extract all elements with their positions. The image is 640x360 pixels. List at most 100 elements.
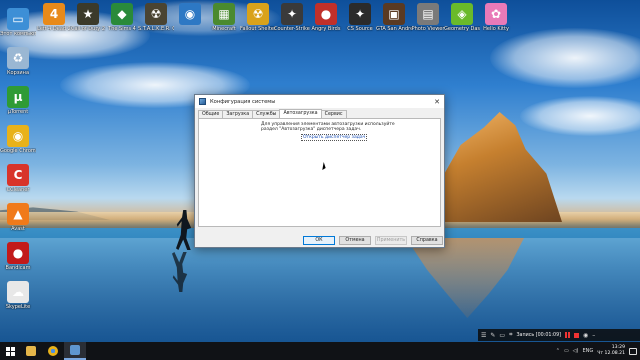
taskbar-chrome[interactable] — [42, 342, 64, 360]
tab-services[interactable]: Службы — [252, 110, 281, 118]
cloud — [490, 28, 640, 88]
desktop-icon[interactable]: 4 Left 4 Dead 2 — [36, 3, 72, 32]
avast-icon: ▲ — [7, 203, 29, 225]
desktop-icon-label: GTA San Andreas — [376, 26, 412, 32]
desktop-icon[interactable]: ▲ Avast — [0, 203, 36, 232]
startup-tab-panel: Для управления элементами автозагрузки и… — [198, 118, 441, 227]
notifications-icon[interactable] — [629, 347, 637, 355]
desktop-icon[interactable]: ✦Counter-Strike 1.6 — [274, 3, 310, 32]
desktop-icon[interactable]: ✦ CS Source — [342, 3, 378, 32]
open-task-manager-link[interactable]: Открыть диспетчер задач — [301, 134, 368, 141]
desktop-icon[interactable]: ☢ Fallout Shelter — [240, 3, 276, 32]
recorder-toolbar: ☰ ✎ ▭ ⌗ Запись [00:01:09] ◉ – — [478, 329, 640, 341]
desktop-icon-label: Корзина — [6, 70, 30, 76]
skype-icon: ☁ — [7, 281, 29, 303]
chrome-icon: ◉ — [7, 125, 29, 147]
system-config-window[interactable]: Конфигурация системы ✕ Общие Загрузка Сл… — [194, 94, 445, 248]
tab-boot[interactable]: Загрузка — [222, 110, 254, 118]
tab-strip: Общие Загрузка Службы Автозагрузка Серви… — [198, 109, 347, 118]
desktop-icon-label: Fallout Shelter — [240, 26, 276, 32]
desktop-icon[interactable]: ▦ Minecraft — [206, 3, 242, 32]
tray-chevron-icon[interactable]: ⌃ — [556, 348, 560, 354]
system-config-icon — [70, 345, 80, 355]
tab-general[interactable]: Общие — [198, 110, 224, 118]
desktop-icon-label: Angry Birds — [311, 26, 341, 32]
utorrent-icon: µ — [7, 86, 29, 108]
desktop-icon-label: Google Chrome — [0, 148, 36, 154]
clock[interactable]: 13:29 Чт 12.08.21 — [597, 345, 625, 357]
cancel-button[interactable]: Отмена — [339, 236, 371, 245]
desktop-icon[interactable]: µ µTorrent — [0, 86, 36, 115]
taskbar: ⌃ ▭ ◁) ENG 13:29 Чт 12.08.21 — [0, 342, 640, 360]
mouse-cursor-icon — [322, 162, 327, 170]
desktop-icon-label: Avast — [11, 226, 25, 232]
desktop-icon-label: Hello Kitty — [483, 26, 509, 32]
desktop-icon-label: SkypeLite — [5, 304, 31, 310]
camera-icon[interactable]: ◉ — [583, 332, 588, 339]
desktop-icon-label: Geometry Dash — [444, 26, 480, 32]
start-button[interactable] — [0, 342, 20, 360]
window-icon[interactable]: ▭ — [499, 332, 505, 339]
system-config-app-icon — [199, 98, 206, 105]
close-icon[interactable]: ✕ — [430, 95, 444, 108]
desktop-icon[interactable]: ◉ — [172, 3, 208, 26]
draw-icon[interactable]: ✎ — [490, 332, 495, 339]
desktop-icon[interactable]: ◆ The Sims 4 — [104, 3, 140, 32]
pause-icon[interactable] — [565, 332, 571, 338]
cloud — [520, 96, 640, 136]
crop-icon[interactable]: ⌗ — [509, 331, 512, 339]
language-indicator[interactable]: ENG — [582, 348, 593, 354]
minimize-icon[interactable]: – — [592, 332, 595, 339]
stalker-icon: ☢ — [145, 3, 167, 25]
desktop-icon[interactable]: ☢S.T.A.L.K.E.R. Call of Pripyat — [138, 3, 174, 32]
desktop-icon-label: The Sims 4 — [108, 26, 136, 32]
desktop-icon[interactable]: ▤ Photo Viewer — [410, 3, 446, 32]
desktop-icon[interactable]: ▭Этот компьютер — [0, 8, 36, 37]
cs-source-icon: ✦ — [349, 3, 371, 25]
apply-button[interactable]: Применить — [375, 236, 407, 245]
desktop-icon-label: µTorrent — [7, 109, 29, 115]
desktop-icon-label: Call of Duty 2 — [70, 26, 106, 32]
cod2-icon: ★ — [77, 3, 99, 25]
desktop-icon[interactable]: ◉ Google Chrome — [0, 125, 36, 154]
desktop-icon[interactable]: ▣GTA San Andreas — [376, 3, 412, 32]
chrome-icon — [48, 346, 58, 356]
help-button[interactable]: Справка — [411, 236, 443, 245]
desktop-icon-label: CS Source — [347, 26, 373, 32]
geometry-dash-icon: ◈ — [451, 3, 473, 25]
desktop-icon[interactable]: ♻ Корзина — [0, 47, 36, 76]
tab-tools[interactable]: Сервис — [320, 110, 347, 118]
menu-icon[interactable]: ☰ — [481, 332, 486, 339]
sims-icon: ◆ — [111, 3, 133, 25]
wet-sand-reflection — [0, 238, 640, 342]
tab-startup[interactable]: Автозагрузка — [279, 109, 322, 118]
system-tray: ⌃ ▭ ◁) ENG 13:29 Чт 12.08.21 — [556, 342, 640, 360]
recording-timer: Запись [00:01:09] — [516, 332, 562, 338]
taskbar-system-config[interactable] — [64, 342, 86, 360]
desktop-icon[interactable]: ✿ Hello Kitty — [478, 3, 514, 32]
photo-viewer-icon: ▤ — [417, 3, 439, 25]
stop-icon[interactable] — [574, 332, 580, 338]
desktop-icon[interactable]: ● Angry Birds — [308, 3, 344, 32]
startup-message: Для управления элементами автозагрузки и… — [261, 122, 395, 133]
ok-button[interactable]: ОК — [303, 236, 335, 245]
desktop-icon[interactable]: C CCleaner — [0, 164, 36, 193]
desktop-icon[interactable]: ● Bandicam — [0, 242, 36, 271]
window-titlebar[interactable]: Конфигурация системы ✕ — [195, 95, 444, 108]
desktop-icon[interactable]: ☁ SkypeLite — [0, 281, 36, 310]
network-icon[interactable]: ▭ — [564, 348, 569, 354]
taskbar-file-explorer[interactable] — [20, 342, 42, 360]
desktop-icon-label: S.T.A.L.K.E.R. Call of Pripyat — [138, 26, 174, 32]
volume-icon[interactable]: ◁) — [573, 348, 579, 354]
desktop-icon[interactable]: ★ Call of Duty 2 — [70, 3, 106, 32]
globe-app-icon: ◉ — [179, 3, 201, 25]
recycle-bin-icon: ♻ — [7, 47, 29, 69]
clock-date: Чт 12.08.21 — [597, 351, 625, 356]
desktop-icon-label: Photo Viewer — [411, 26, 445, 32]
desktop-icon-label: Minecraft — [212, 26, 236, 32]
desktop-icon-label: Этот компьютер — [0, 31, 36, 37]
left4dead-icon: 4 — [43, 3, 65, 25]
desktop-icon-label: Bandicam — [5, 265, 31, 271]
minecraft-icon: ▦ — [213, 3, 235, 25]
desktop-icon[interactable]: ◈ Geometry Dash — [444, 3, 480, 32]
